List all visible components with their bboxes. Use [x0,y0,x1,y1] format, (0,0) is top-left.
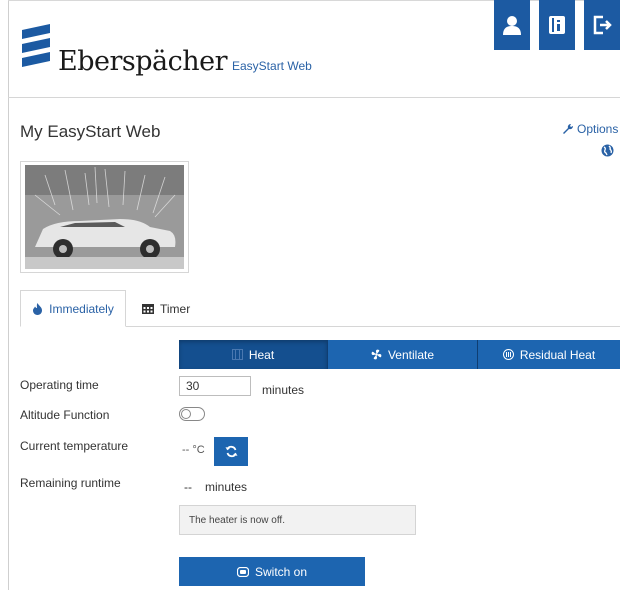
user-button[interactable] [494,0,530,50]
brand-name: Eberspächer [58,46,228,77]
remaining-runtime-label: Remaining runtime [20,476,121,490]
calendar-icon [142,304,154,314]
header-divider [8,97,620,98]
globe-icon[interactable] [601,144,614,162]
residual-heat-icon [502,349,514,360]
wrench-icon [563,123,574,134]
options-link[interactable]: Options [562,122,618,136]
manual-button[interactable] [539,0,575,50]
logout-button[interactable] [584,0,620,50]
altitude-function-toggle[interactable] [179,407,205,421]
tab-timer-label: Timer [160,301,191,316]
operating-time-input[interactable] [179,376,251,396]
tab-immediately-label: Immediately [49,301,114,316]
current-temperature-value: -- °C [182,444,205,456]
options-label: Options [577,122,619,136]
tab-timer[interactable]: Timer [142,290,190,327]
residual-heat-mode-button[interactable]: Residual Heat [478,340,620,369]
vehicle-image [20,161,189,273]
tab-immediately[interactable]: Immediately [20,290,126,327]
app-name-link[interactable]: EasyStart Web [232,59,312,73]
residual-heat-mode-label: Residual Heat [519,347,596,362]
switch-on-label: Switch on [254,564,308,579]
refresh-icon [225,445,237,458]
flame-icon [33,302,43,315]
status-message: The heater is now off. [179,505,416,535]
operating-time-label: Operating time [20,378,99,392]
remaining-runtime-value: -- [184,480,192,494]
current-temperature-label: Current temperature [20,439,129,453]
frame-border [8,0,9,590]
remaining-runtime-unit: minutes [205,480,248,494]
manual-icon [549,16,565,34]
user-icon [503,16,521,35]
ventilate-mode-label: Ventilate [387,347,435,362]
fan-icon [371,349,382,360]
ventilate-mode-button[interactable]: Ventilate [328,340,478,369]
heat-mode-label: Heat [248,347,275,362]
altitude-function-label: Altitude Function [20,408,110,422]
heater-icon [231,349,243,360]
switch-on-button[interactable]: Switch on [179,557,365,586]
operating-time-unit: minutes [262,383,305,397]
refresh-temperature-button[interactable] [214,437,248,466]
power-toggle-icon [236,566,249,577]
page-title: My EasyStart Web [20,122,161,141]
logout-icon [593,15,612,35]
eberspaecher-logo-icon [20,24,54,77]
toggle-knob [181,409,191,419]
heat-mode-button[interactable]: Heat [179,340,328,369]
